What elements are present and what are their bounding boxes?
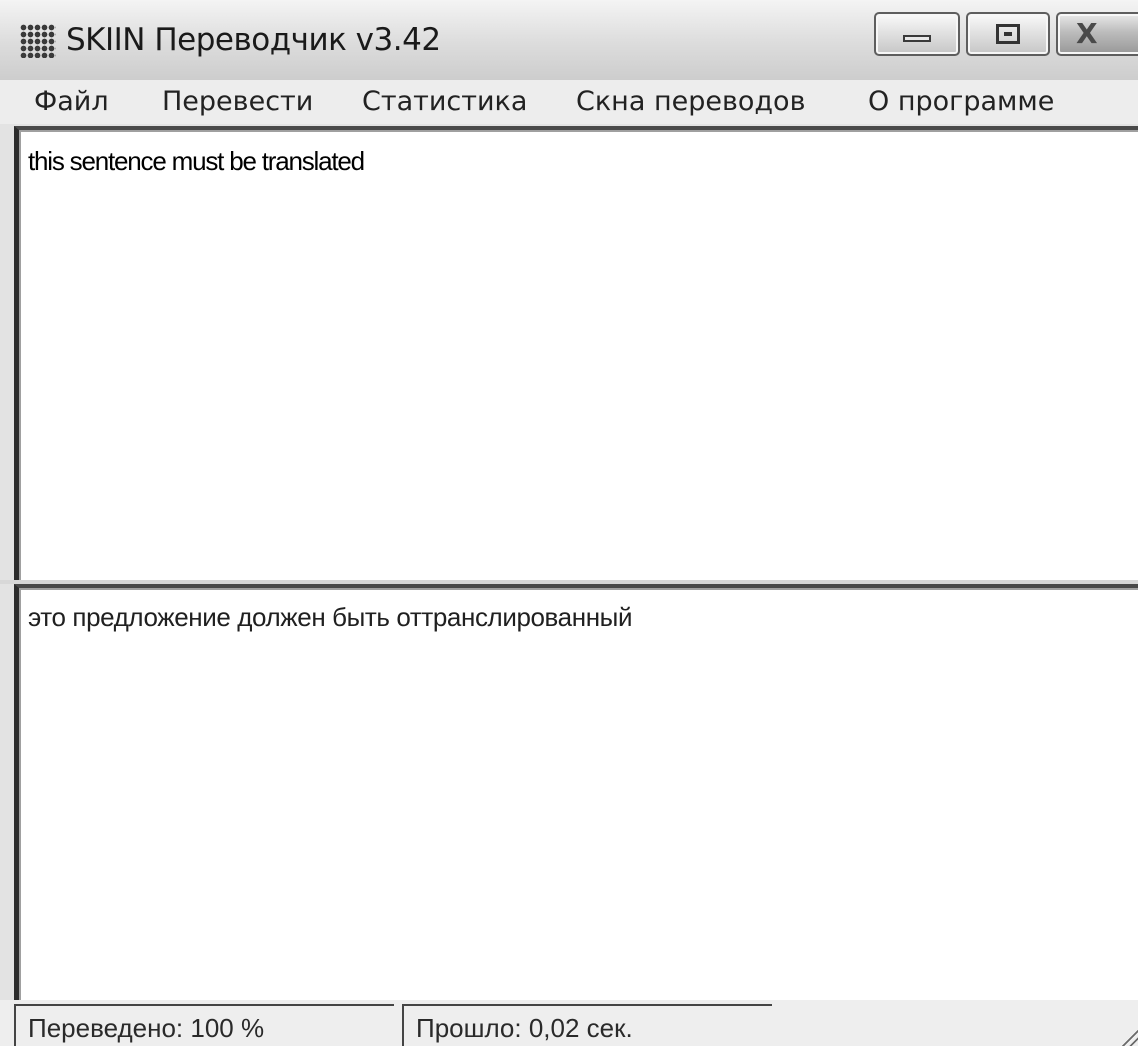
translator-window: SKIIN Переводчик v3.42 X Файл Перевести …	[0, 0, 1138, 1046]
source-text-area[interactable]: this sentence must be translated	[14, 126, 1138, 580]
resize-grip-icon[interactable]	[1120, 1028, 1138, 1046]
minimize-button[interactable]	[874, 12, 960, 56]
window-title: SKIIN Переводчик v3.42	[66, 22, 441, 58]
menu-item-translation-windows[interactable]: Скна переводов	[576, 80, 806, 124]
menu-item-file[interactable]: Файл	[34, 80, 109, 124]
menu-bar: Файл Перевести Статистика Скна переводов…	[0, 80, 1138, 124]
menu-item-about[interactable]: О программе	[868, 80, 1054, 124]
maximize-button[interactable]	[966, 12, 1050, 56]
app-icon[interactable]	[20, 24, 56, 58]
menu-item-translate[interactable]: Перевести	[162, 80, 313, 124]
source-text: this sentence must be translated	[28, 146, 365, 176]
translation-text-area[interactable]: это предложение должен быть оттранслиров…	[14, 584, 1138, 1000]
translation-text: это предложение должен быть оттранслиров…	[28, 602, 633, 632]
menu-item-statistics[interactable]: Статистика	[362, 80, 527, 124]
maximize-icon	[996, 24, 1020, 44]
status-translated-percent: Переведено: 100 %	[14, 1004, 394, 1046]
close-button[interactable]: X	[1056, 12, 1138, 56]
close-icon: X	[1076, 17, 1098, 50]
status-elapsed-time: Прошло: 0,02 сек.	[402, 1004, 772, 1046]
title-bar[interactable]: SKIIN Переводчик v3.42 X	[0, 0, 1138, 80]
minimize-icon	[903, 35, 931, 42]
status-bar: Переведено: 100 % Прошло: 0,02 сек.	[0, 1000, 1138, 1046]
